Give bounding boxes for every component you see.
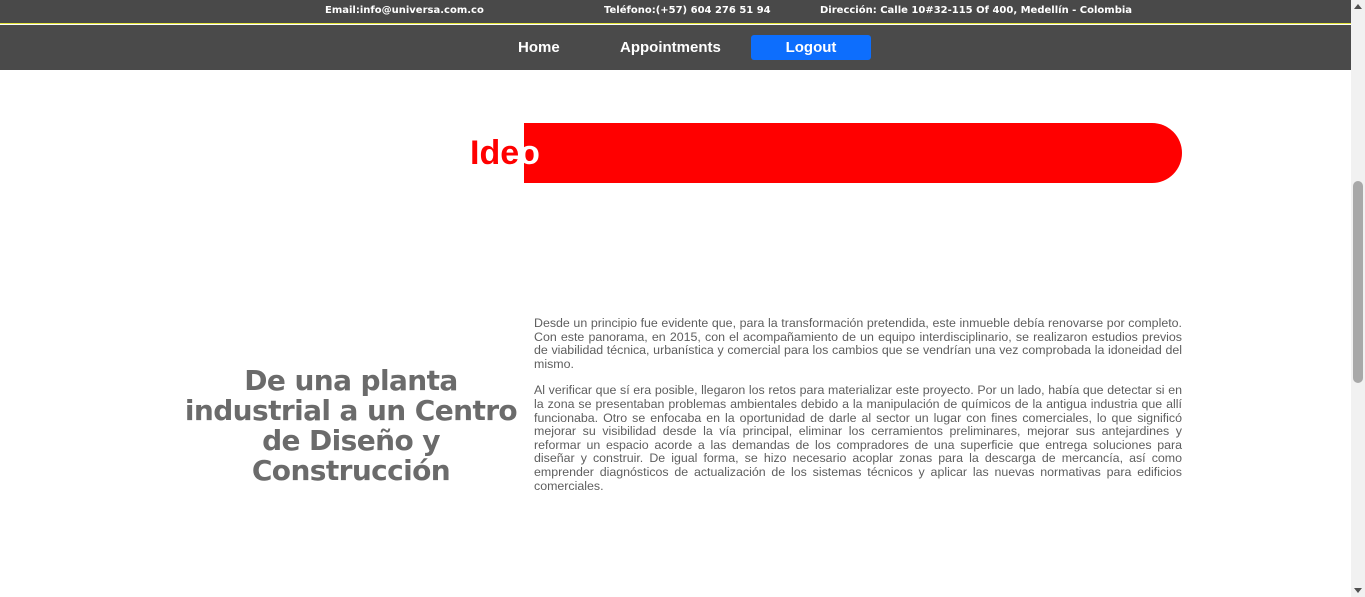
main-navbar: Home Appointments Logout <box>0 25 1351 70</box>
contact-phone[interactable]: Teléfono:(+57) 604 276 51 94 <box>604 5 771 16</box>
top-info-bar: Email:info@universa.com.co Teléfono:(+57… <box>0 0 1351 24</box>
nav-home-link[interactable]: Home <box>518 35 560 60</box>
section-body: Desde un principio fue evidente que, par… <box>534 316 1182 506</box>
contact-address: Dirección: Calle 10#32-115 Of 400, Medel… <box>820 5 1133 16</box>
scroll-down-arrow-icon[interactable] <box>1354 588 1362 593</box>
paragraph-1: Desde un principio fue evidente que, par… <box>534 316 1182 371</box>
page-scrollbar[interactable] <box>1351 0 1365 597</box>
nav-appointments-link[interactable]: Appointments <box>620 35 721 60</box>
banner-title: Ideo <box>470 133 540 173</box>
banner-title-white: o <box>519 134 540 172</box>
contact-email[interactable]: Email:info@universa.com.co <box>325 5 484 16</box>
banner-title-red: Ide <box>470 134 520 172</box>
logout-button[interactable]: Logout <box>751 35 871 60</box>
scroll-up-arrow-icon[interactable] <box>1354 4 1362 9</box>
red-banner <box>524 123 1182 183</box>
scroll-thumb[interactable] <box>1353 181 1363 383</box>
section-heading: De una planta industrial a un Centro de … <box>184 364 518 487</box>
paragraph-2: Al verificar que sí era posible, llegaro… <box>534 383 1182 493</box>
